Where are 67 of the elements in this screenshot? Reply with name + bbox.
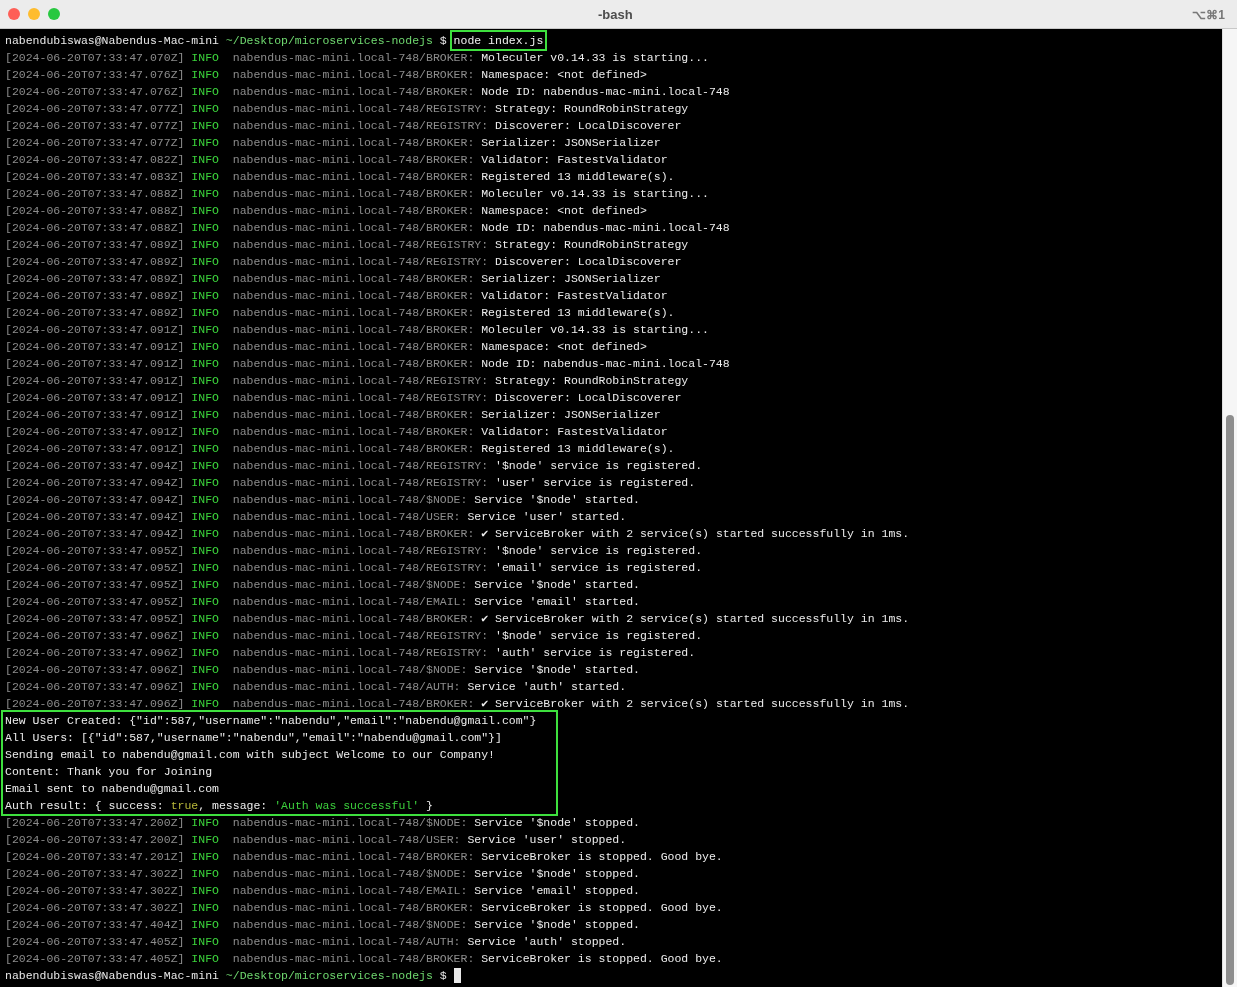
log-line: [2024-06-20T07:33:47.405Z] INFO nabendus-mac-mini.local-748/AUTH: Service 'auth' stopped. (5, 934, 628, 950)
log-line: [2024-06-20T07:33:47.404Z] INFO nabendus-mac-mini.local-748/$NODE: Service '$node' stopped. (5, 917, 641, 933)
log-line: [2024-06-20T07:33:47.094Z] INFO nabendus-mac-mini.local-748/REGISTRY: '$node' service is registered. (5, 458, 704, 474)
log-line: [2024-06-20T07:33:47.076Z] INFO nabendus-mac-mini.local-748/BROKER: Node ID: nabendus-mac-mini.local-748 (5, 84, 731, 100)
prompt-path: ~/Desktop/microservices-nodejs (225, 969, 433, 982)
log-line: [2024-06-20T07:33:47.091Z] INFO nabendus-mac-mini.local-748/BROKER: Moleculer v0.14.33 is starting... (5, 322, 710, 338)
log-line: [2024-06-20T07:33:47.094Z] INFO nabendus-mac-mini.local-748/REGISTRY: 'user' service is registered. (5, 475, 697, 491)
log-line: [2024-06-20T07:33:47.094Z] INFO nabendus-mac-mini.local-748/USER: Service 'user' started. (5, 509, 628, 525)
log-line: [2024-06-20T07:33:47.091Z] INFO nabendus-mac-mini.local-748/BROKER: Serializer: JSONSerializer (5, 407, 662, 423)
log-line: [2024-06-20T07:33:47.302Z] INFO nabendus-mac-mini.local-748/$NODE: Service '$node' stopped. (5, 866, 641, 882)
log-line: [2024-06-20T07:33:47.077Z] INFO nabendus-mac-mini.local-748/REGISTRY: Discoverer: LocalDiscoverer (5, 118, 683, 134)
log-line: [2024-06-20T07:33:47.096Z] INFO nabendus-mac-mini.local-748/REGISTRY: 'auth' service is registered. (5, 645, 697, 661)
log-line: [2024-06-20T07:33:47.070Z] INFO nabendus-mac-mini.local-748/BROKER: Moleculer v0.14.33 is starting... (5, 50, 710, 66)
log-line: [2024-06-20T07:33:47.095Z] INFO nabendus-mac-mini.local-748/REGISTRY: '$node' service is registered. (5, 543, 704, 559)
prompt-symbol: $ (439, 34, 447, 47)
log-line: [2024-06-20T07:33:47.096Z] INFO nabendus-mac-mini.local-748/REGISTRY: '$node' service is registered. (5, 628, 704, 644)
log-line: [2024-06-20T07:33:47.095Z] INFO nabendus-mac-mini.local-748/BROKER: ✔ ServiceBroker with 2 service(s) started successfully in 1ms. (5, 611, 911, 627)
log-line: [2024-06-20T07:33:47.095Z] INFO nabendus-mac-mini.local-748/$NODE: Service '$node' started. (5, 577, 641, 593)
log-line: [2024-06-20T07:33:47.405Z] INFO nabendus-mac-mini.local-748/BROKER: ServiceBroker is stopped. Good bye. (5, 951, 724, 967)
log-line: [2024-06-20T07:33:47.089Z] INFO nabendus-mac-mini.local-748/BROKER: Serializer: JSONSerializer (5, 271, 662, 287)
prompt-symbol: $ (439, 969, 447, 982)
output-line: Content: Thank you for Joining (5, 764, 214, 780)
output-line: Email sent to nabendu@gmail.com (5, 781, 220, 797)
log-line: [2024-06-20T07:33:47.095Z] INFO nabendus-mac-mini.local-748/EMAIL: Service 'email' started. (5, 594, 641, 610)
log-line: [2024-06-20T07:33:47.091Z] INFO nabendus-mac-mini.local-748/BROKER: Validator: FastestValidator (5, 424, 669, 440)
output-line: New User Created: {"id":587,"username":"nabendu","email":"nabendu@gmail.com"} (5, 713, 538, 729)
log-line: [2024-06-20T07:33:47.091Z] INFO nabendus-mac-mini.local-748/REGISTRY: Strategy: RoundRobinStrategy (5, 373, 690, 389)
log-line: [2024-06-20T07:33:47.200Z] INFO nabendus-mac-mini.local-748/USER: Service 'user' stopped. (5, 832, 628, 848)
log-line: [2024-06-20T07:33:47.302Z] INFO nabendus-mac-mini.local-748/BROKER: ServiceBroker is stopped. Good bye. (5, 900, 724, 916)
log-line: [2024-06-20T07:33:47.088Z] INFO nabendus-mac-mini.local-748/BROKER: Node ID: nabendus-mac-mini.local-748 (5, 220, 731, 236)
log-line: [2024-06-20T07:33:47.083Z] INFO nabendus-mac-mini.local-748/BROKER: Registered 13 middleware(s). (5, 169, 676, 185)
log-line: [2024-06-20T07:33:47.096Z] INFO nabendus-mac-mini.local-748/$NODE: Service '$node' started. (5, 662, 641, 678)
log-line: [2024-06-20T07:33:47.088Z] INFO nabendus-mac-mini.local-748/BROKER: Moleculer v0.14.33 is starting... (5, 186, 710, 202)
close-button[interactable] (8, 8, 20, 20)
log-line: [2024-06-20T07:33:47.091Z] INFO nabendus-mac-mini.local-748/BROKER: Node ID: nabendus-mac-mini.local-748 (5, 356, 731, 372)
log-line: [2024-06-20T07:33:47.096Z] INFO nabendus-mac-mini.local-748/AUTH: Service 'auth' started. (5, 679, 628, 695)
log-line: [2024-06-20T07:33:47.089Z] INFO nabendus-mac-mini.local-748/BROKER: Registered 13 middleware(s). (5, 305, 676, 321)
log-line: [2024-06-20T07:33:47.077Z] INFO nabendus-mac-mini.local-748/BROKER: Serializer: JSONSerializer (5, 135, 662, 151)
log-line: [2024-06-20T07:33:47.201Z] INFO nabendus-mac-mini.local-748/BROKER: ServiceBroker is stopped. Good bye. (5, 849, 724, 865)
log-line: [2024-06-20T07:33:47.094Z] INFO nabendus-mac-mini.local-748/BROKER: ✔ ServiceBroker with 2 service(s) started successfully in 1ms. (5, 526, 911, 542)
log-line: [2024-06-20T07:33:47.200Z] INFO nabendus-mac-mini.local-748/$NODE: Service '$node' stopped. (5, 815, 641, 831)
output-line: Sending email to nabendu@gmail.com with subject Welcome to our Company! (5, 747, 496, 763)
prompt-user: nabendubiswas@Nabendus-Mac-mini (5, 34, 219, 47)
log-line: [2024-06-20T07:33:47.096Z] INFO nabendus-mac-mini.local-748/BROKER: ✔ ServiceBroker with 2 service(s) started successfully in 1ms. (5, 696, 911, 712)
log-line: [2024-06-20T07:33:47.091Z] INFO nabendus-mac-mini.local-748/BROKER: Registered 13 middleware(s). (5, 441, 676, 457)
zoom-button[interactable] (48, 8, 60, 20)
log-line: [2024-06-20T07:33:47.089Z] INFO nabendus-mac-mini.local-748/BROKER: Validator: FastestValidator (5, 288, 669, 304)
minimize-button[interactable] (28, 8, 40, 20)
prompt-user: nabendubiswas@Nabendus-Mac-mini (5, 969, 219, 982)
log-line: [2024-06-20T07:33:47.302Z] INFO nabendus-mac-mini.local-748/EMAIL: Service 'email' stopped. (5, 883, 641, 899)
shortcut-label: ⌥⌘1 (1192, 7, 1225, 24)
log-line: [2024-06-20T07:33:47.091Z] INFO nabendus-mac-mini.local-748/BROKER: Namespace: <not defined> (5, 339, 648, 355)
output-line: Auth result: { success: true, message: 'Auth was successful' } (5, 798, 434, 814)
scrollbar-thumb[interactable] (1226, 415, 1234, 985)
window-title: -bash (598, 6, 633, 24)
log-line: [2024-06-20T07:33:47.088Z] INFO nabendus-mac-mini.local-748/BROKER: Namespace: <not defined> (5, 203, 648, 219)
log-line: [2024-06-20T07:33:47.089Z] INFO nabendus-mac-mini.local-748/REGISTRY: Discoverer: LocalDiscoverer (5, 254, 683, 270)
prompt-path: ~/Desktop/microservices-nodejs (225, 34, 433, 47)
log-line: [2024-06-20T07:33:47.077Z] INFO nabendus-mac-mini.local-748/REGISTRY: Strategy: RoundRobinStrategy (5, 101, 690, 117)
log-line: [2024-06-20T07:33:47.094Z] INFO nabendus-mac-mini.local-748/$NODE: Service '$node' started. (5, 492, 641, 508)
log-line: [2024-06-20T07:33:47.089Z] INFO nabendus-mac-mini.local-748/REGISTRY: Strategy: RoundRobinStrategy (5, 237, 690, 253)
output-line: All Users: [{"id":587,"username":"nabendu","email":"nabendu@gmail.com"}] (5, 730, 503, 746)
log-line: [2024-06-20T07:33:47.095Z] INFO nabendus-mac-mini.local-748/REGISTRY: 'email' service is registered. (5, 560, 704, 576)
log-line: [2024-06-20T07:33:47.091Z] INFO nabendus-mac-mini.local-748/REGISTRY: Discoverer: LocalDiscoverer (5, 390, 683, 406)
log-line: [2024-06-20T07:33:47.082Z] INFO nabendus-mac-mini.local-748/BROKER: Validator: FastestValidator (5, 152, 669, 168)
command-text: node index.js (449, 30, 548, 51)
log-line: [2024-06-20T07:33:47.076Z] INFO nabendus-mac-mini.local-748/BROKER: Namespace: <not defined> (5, 67, 648, 83)
